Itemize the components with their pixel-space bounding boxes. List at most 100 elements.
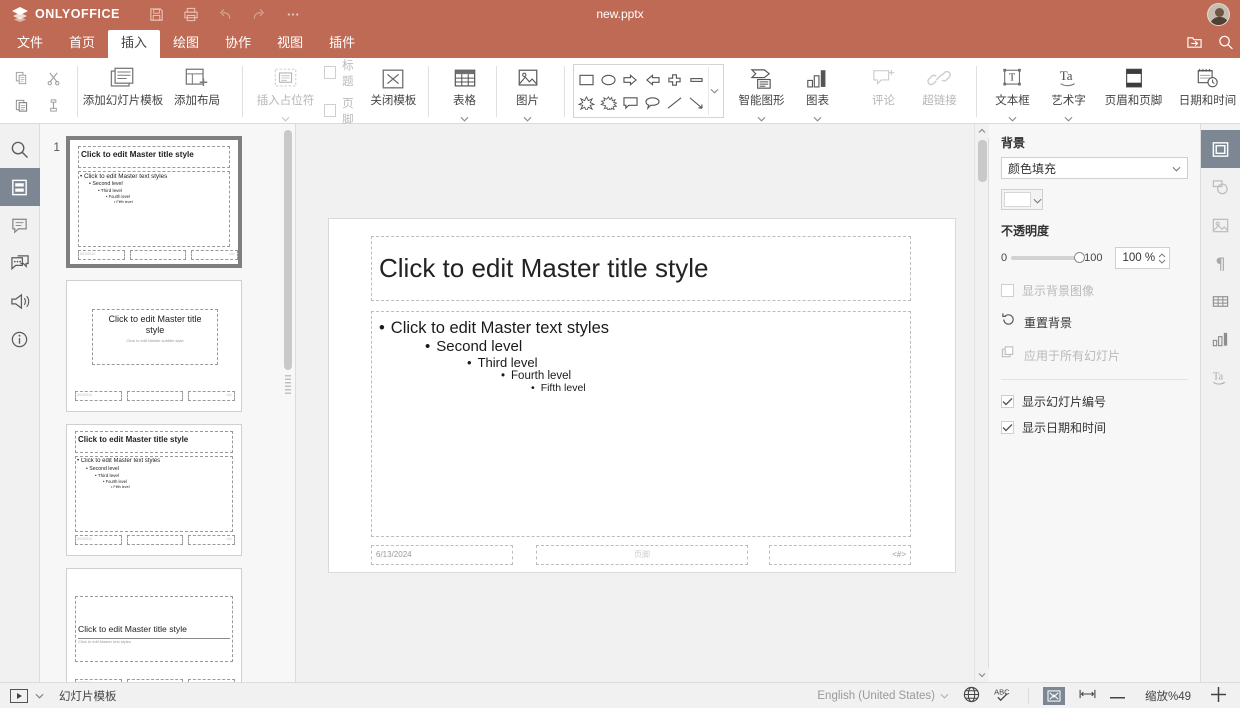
scrollbar-thumb[interactable] — [284, 130, 292, 370]
slider-track[interactable] — [1011, 256, 1080, 260]
sidebar-item-chat[interactable] — [0, 244, 40, 282]
slide-thumbnail-row[interactable]: 1 Click to edit Master title style • Cli… — [40, 130, 295, 274]
line-shape[interactable] — [664, 91, 686, 114]
tab-plugins[interactable]: 插件 — [316, 30, 368, 58]
date-time-button[interactable]: 日期和时间 — [1171, 60, 1240, 123]
hyperlink-button[interactable]: 超链接 — [912, 60, 968, 123]
textbox-button[interactable]: T 文本框 — [985, 60, 1041, 123]
left-arrow-shape[interactable] — [642, 68, 664, 91]
slide-thumbnail-row[interactable]: Click to edit Master title style Click t… — [40, 274, 295, 418]
cut-icon[interactable] — [40, 66, 66, 90]
slide-thumbnail[interactable]: Click to edit Master title style Click t… — [66, 568, 242, 682]
chevron-down-icon[interactable] — [1008, 109, 1017, 115]
tab-collaboration[interactable]: 协作 — [212, 30, 264, 58]
undo-icon[interactable] — [210, 2, 240, 26]
slides-panel-scrollbar[interactable] — [284, 130, 293, 676]
opacity-stepper[interactable]: 100 % — [1115, 247, 1170, 269]
sidebar-item-slides[interactable] — [0, 168, 40, 206]
sidebar-item-search[interactable] — [0, 130, 40, 168]
checkbox-title-row[interactable]: 标题 — [324, 57, 363, 89]
apply-to-all-row[interactable]: 应用于所有幻灯片 — [1001, 345, 1188, 365]
panel-item-table-settings[interactable] — [1201, 282, 1240, 320]
checkbox-title[interactable] — [324, 66, 336, 79]
scroll-down-icon[interactable] — [975, 668, 989, 682]
fit-slide-icon[interactable] — [1043, 687, 1065, 705]
canvas-scrollbar[interactable] — [974, 124, 988, 682]
checkbox-footer[interactable] — [324, 104, 336, 117]
show-slide-number-row[interactable]: 显示幻灯片编号 — [1001, 393, 1188, 410]
star-shape[interactable] — [576, 91, 598, 114]
slides-panel[interactable]: 1 Click to edit Master title style • Cli… — [40, 124, 296, 682]
panel-item-textart-settings[interactable]: Ta — [1201, 358, 1240, 396]
paste-special-icon[interactable] — [40, 93, 66, 117]
search-icon[interactable] — [1217, 34, 1234, 55]
sidebar-item-about[interactable] — [0, 320, 40, 358]
sidebar-item-comments[interactable] — [0, 206, 40, 244]
body-placeholder[interactable]: • Click to edit Master text styles • Sec… — [371, 311, 911, 537]
image-button[interactable]: 图片 — [500, 60, 556, 123]
slide-thumbnail-row[interactable]: Click to edit Master title style • Click… — [40, 418, 295, 562]
save-icon[interactable] — [142, 2, 172, 26]
title-placeholder[interactable]: Click to edit Master title style — [371, 236, 911, 301]
right-arrow-shape[interactable] — [620, 68, 642, 91]
set-language-icon[interactable] — [963, 686, 980, 706]
sidebar-item-feedback[interactable] — [0, 282, 40, 320]
avatar[interactable] — [1207, 3, 1230, 26]
copy-icon[interactable] — [8, 66, 34, 90]
shapes-more-chevron-down-icon[interactable] — [708, 67, 721, 115]
redo-icon[interactable] — [244, 2, 274, 26]
opacity-slider[interactable]: 0 100 — [1001, 252, 1102, 264]
header-footer-button[interactable]: 页眉和页脚 — [1097, 60, 1171, 123]
rect-callout-shape[interactable] — [620, 91, 642, 114]
slideshow-options-chevron-down-icon[interactable] — [35, 690, 44, 702]
slide-canvas[interactable]: Click to edit Master title style • Click… — [329, 219, 955, 572]
reset-background-row[interactable]: 重置背景 — [1001, 312, 1188, 332]
tab-view[interactable]: 视图 — [264, 30, 316, 58]
slide-thumbnail-row[interactable]: Click to edit Master title style Click t… — [40, 562, 295, 682]
fill-type-select[interactable]: 颜色填充 — [1001, 157, 1188, 179]
slide-number-placeholder[interactable]: <#> — [769, 545, 911, 565]
panel-item-chart-settings[interactable] — [1201, 320, 1240, 358]
zoom-in-icon[interactable] — [1211, 687, 1226, 705]
plus-shape[interactable] — [664, 68, 686, 91]
chevron-down-icon[interactable] — [460, 109, 469, 115]
slide-thumbnail[interactable]: Click to edit Master title style • Click… — [66, 136, 242, 268]
show-background-image-checkbox[interactable] — [1001, 284, 1014, 297]
fit-width-icon[interactable] — [1079, 688, 1096, 703]
add-layout-button[interactable]: 添加布局 — [160, 60, 234, 123]
comment-button[interactable]: 评论 — [856, 60, 912, 123]
minus-shape[interactable] — [686, 68, 708, 91]
checkbox-footer-row[interactable]: 页脚 — [324, 95, 363, 127]
chevron-down-icon[interactable] — [757, 109, 766, 115]
footer-placeholder[interactable]: 页脚 — [536, 545, 748, 565]
ellipse-shape[interactable] — [598, 68, 620, 91]
insert-placeholder-button[interactable]: 插入占位符 — [251, 60, 320, 123]
tab-insert[interactable]: 插入 — [108, 30, 160, 58]
tab-file[interactable]: 文件 — [4, 30, 56, 58]
panel-item-paragraph-settings[interactable]: ¶ — [1201, 244, 1240, 282]
more-icon[interactable] — [278, 2, 308, 26]
slide-thumbnail[interactable]: Click to edit Master title style • Click… — [66, 424, 242, 556]
document-language[interactable]: English (United States) — [817, 690, 949, 702]
slide-thumbnail[interactable]: Click to edit Master title style Click t… — [66, 280, 242, 412]
explosion-shape[interactable] — [598, 91, 620, 114]
panel-item-image-settings[interactable] — [1201, 206, 1240, 244]
smartart-button[interactable]: 智能图形 — [734, 60, 790, 123]
canvas-scrollbar-thumb[interactable] — [978, 140, 987, 182]
stepper-arrows-icon[interactable] — [1158, 253, 1166, 264]
zoom-out-icon[interactable] — [1110, 690, 1125, 702]
show-date-time-row[interactable]: 显示日期和时间 — [1001, 419, 1188, 436]
print-icon[interactable] — [176, 2, 206, 26]
start-slideshow-icon[interactable] — [10, 689, 28, 703]
show-background-image-row[interactable]: 显示背景图像 — [1001, 282, 1188, 299]
table-button[interactable]: 表格 — [437, 60, 493, 123]
arrow-line-shape[interactable] — [686, 91, 708, 114]
chevron-down-icon[interactable] — [813, 109, 822, 115]
scroll-up-icon[interactable] — [975, 124, 989, 138]
shapes-gallery[interactable] — [573, 64, 724, 118]
rectangle-shape[interactable] — [576, 68, 598, 91]
paste-icon[interactable] — [8, 93, 34, 117]
tab-home[interactable]: 首页 — [56, 30, 108, 58]
tab-draw[interactable]: 绘图 — [160, 30, 212, 58]
chart-button[interactable]: 图表 — [790, 60, 846, 123]
